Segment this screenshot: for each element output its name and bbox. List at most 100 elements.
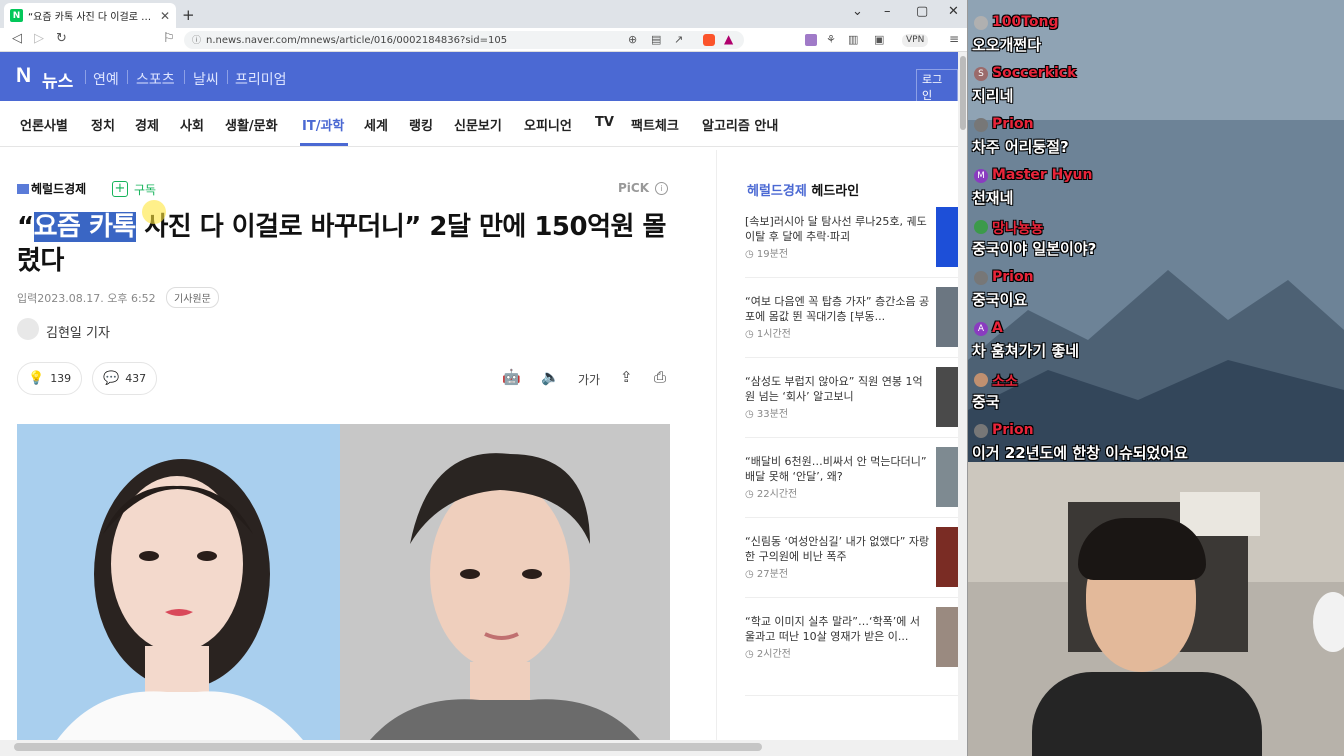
minimize-icon[interactable]: – (884, 4, 891, 19)
text-to-speech-icon[interactable]: 🔈 (541, 368, 560, 386)
section-tab-press[interactable]: 언론사별 (20, 115, 68, 134)
vertical-scroll-thumb[interactable] (960, 56, 966, 130)
share-article-icon[interactable]: ⇪ (620, 368, 633, 386)
share-icon[interactable]: ↗ (674, 33, 683, 46)
login-button[interactable]: 로그인 (916, 69, 958, 105)
reader-mode-icon[interactable]: ▤ (651, 33, 661, 46)
close-window-icon[interactable]: ✕ (948, 4, 959, 19)
section-tab-factcheck[interactable]: 팩트체크 (631, 115, 679, 134)
chat-username: 소소 (992, 374, 1018, 390)
ai-portrait-man (340, 424, 670, 740)
headline-open-quote: “ (17, 212, 34, 242)
headline-item[interactable]: [속보]러시아 달 탐사선 루나25호, 궤도 이탈 후 달에 추락·파괴 ◷ 1… (745, 214, 930, 262)
new-tab-icon[interactable]: + (182, 6, 195, 24)
section-tab-opinion[interactable]: 오피니언 (524, 115, 572, 134)
chat-avatar (974, 373, 988, 387)
gnb-link-sports[interactable]: 스포츠 (136, 69, 175, 89)
headline-item-text: “신림동 ‘여성안심길’ 내가 없앴다” 자랑한 구의원에 비난 폭주 (745, 535, 930, 563)
headline-thumbnail[interactable] (936, 607, 958, 667)
author-name[interactable]: 김현일 기자 (46, 322, 110, 341)
headline-thumbnail[interactable] (936, 527, 958, 587)
reload-icon[interactable]: ↻ (56, 31, 67, 46)
headline-thumbnail[interactable] (936, 447, 958, 507)
chat-avatar: M (974, 169, 988, 183)
chat-username: Master Hyun (992, 167, 1093, 183)
section-tab-economy[interactable]: 경제 (135, 115, 159, 134)
subscribe-button[interactable]: 구독 (134, 181, 156, 198)
chat-username: Prion (992, 422, 1034, 438)
headline-thumbnail[interactable] (936, 207, 958, 267)
section-tab-newspaper[interactable]: 신문보기 (454, 115, 502, 134)
headline-item-text: [속보]러시아 달 탐사선 루나25호, 궤도 이탈 후 달에 추락·파괴 (745, 215, 927, 243)
extensions-icon[interactable]: ⚘ (826, 33, 836, 46)
brave-shield-icon[interactable] (703, 34, 715, 46)
summary-bot-icon[interactable]: 🤖 (502, 368, 521, 386)
extension-m-icon[interactable] (805, 34, 817, 46)
print-icon[interactable]: ⎙ (654, 368, 666, 386)
subscribe-plus-icon[interactable]: + (112, 181, 128, 197)
site-info-icon[interactable]: ⓘ (192, 33, 201, 46)
bookmark-icon[interactable]: ⚐ (163, 31, 175, 46)
news-logo-text[interactable]: 뉴스 (42, 67, 73, 92)
reaction-button[interactable]: 💡 139 (17, 362, 83, 395)
rewards-icon[interactable]: ▲ (724, 32, 733, 46)
forward-icon[interactable]: ▷ (34, 31, 44, 46)
gnb-link-premium[interactable]: 프리미엄 (235, 69, 287, 89)
maximize-icon[interactable]: ▢ (916, 4, 928, 19)
original-article-button[interactable]: 기사원문 (166, 287, 219, 308)
section-tab-tv[interactable]: TV (595, 115, 614, 130)
webcam-lamp (1313, 592, 1344, 652)
menu-icon[interactable]: ≡ (949, 32, 959, 46)
headline-item-time: ◷ 27분전 (745, 569, 789, 580)
headline-thumbnail[interactable] (936, 287, 958, 347)
vpn-button[interactable]: VPN (902, 34, 929, 47)
article-headline: “요즘 카톡 사진 다 이걸로 바꾸더니” 2달 만에 150억원 몰렸다 (17, 210, 667, 278)
press-name[interactable]: 헤럴드경제 (31, 180, 86, 197)
headline-item[interactable]: “여보 다음엔 꼭 탑층 가자” 층간소음 공포에 몸값 뛴 꼭대기층 [부동.… (745, 294, 930, 342)
headline-item[interactable]: “학교 이미지 실추 말라”…‘학폭’에 서울과고 떠난 10살 영재가 받은 … (745, 614, 930, 662)
headline-divider (745, 437, 958, 438)
time-text: 1시간전 (756, 329, 791, 340)
section-tab-ranking[interactable]: 랭킹 (409, 115, 433, 134)
section-tab-society[interactable]: 사회 (180, 115, 204, 134)
tab-search-icon[interactable]: ⌄ (852, 4, 863, 19)
chat-avatar (974, 16, 988, 30)
vertical-scrollbar[interactable] (958, 52, 967, 740)
headline-item[interactable]: “배달비 6천원…비싸서 안 먹는다더니” 배달 못해 ‘안달’, 왜? ◷ 22… (745, 454, 930, 502)
headline-item-text: “삼성도 부럽지 않아요” 직원 연봉 1억원 넘는 ‘회사’ 알고보니 (745, 375, 923, 403)
chat-avatar: A (974, 322, 988, 336)
chat-message: 지리네 (972, 87, 1014, 105)
webcam-boxes (1180, 492, 1260, 536)
section-nav: 언론사별 정치 경제 사회 생활/문화 IT/과학 세계 랭킹 신문보기 오피니… (0, 101, 958, 147)
screen: N “요즘 카톡 사진 다 이걸로 바꾸더니” 2달 만에 150억원 몰렸다 … (0, 0, 1344, 756)
wallet-icon[interactable]: ▣ (874, 33, 884, 46)
section-tab-it-science[interactable]: IT/과학 (302, 115, 344, 134)
zoom-icon[interactable]: ⊕ (628, 33, 637, 46)
browser-tab[interactable]: N “요즘 카톡 사진 다 이걸로 바꾸더니” 2달 만에 150억원 몰렸다 … (4, 3, 176, 28)
global-nav: N 뉴스 연예 스포츠 날씨 프리미엄 로그인 (0, 52, 958, 105)
headline-item[interactable]: “신림동 ‘여성안심길’ 내가 없앴다” 자랑한 구의원에 비난 폭주 ◷ 27분… (745, 534, 930, 582)
section-tab-life-culture[interactable]: 생활/문화 (225, 115, 278, 134)
gnb-link-entertainment[interactable]: 연예 (93, 69, 119, 89)
pick-info-icon[interactable]: i (655, 182, 668, 195)
column-divider (716, 150, 717, 740)
chat-username: 100Tong (992, 14, 1059, 30)
naver-logo[interactable]: N (16, 64, 31, 88)
headline-thumbnail[interactable] (936, 367, 958, 427)
section-tab-world[interactable]: 세계 (364, 115, 388, 134)
section-tab-politics[interactable]: 정치 (91, 115, 115, 134)
headline-press-name[interactable]: 헤럴드경제 (747, 184, 807, 199)
browser-toolbar: ◁ ▷ ↻ ⚐ ⓘ n.news.naver.com/mnews/article… (0, 28, 967, 52)
back-icon[interactable]: ◁ (12, 31, 22, 46)
gnb-link-weather[interactable]: 날씨 (193, 69, 219, 89)
comment-button[interactable]: 💬 437 (92, 362, 158, 395)
headline-item[interactable]: “삼성도 부럽지 않아요” 직원 연봉 1억원 넘는 ‘회사’ 알고보니 ◷ 33… (745, 374, 930, 422)
section-tab-algorithm[interactable]: 알고리즘 안내 (702, 115, 778, 134)
font-size-button[interactable]: 가가 (578, 371, 600, 388)
time-text: 33분전 (756, 409, 789, 420)
close-tab-icon[interactable]: ✕ (160, 9, 170, 23)
chat-username: Prion (992, 116, 1034, 132)
chat-message: 중국이야 일본이야? (972, 240, 1097, 258)
horizontal-scroll-thumb[interactable] (14, 743, 762, 751)
sidebar-icon[interactable]: ▥ (848, 33, 858, 46)
